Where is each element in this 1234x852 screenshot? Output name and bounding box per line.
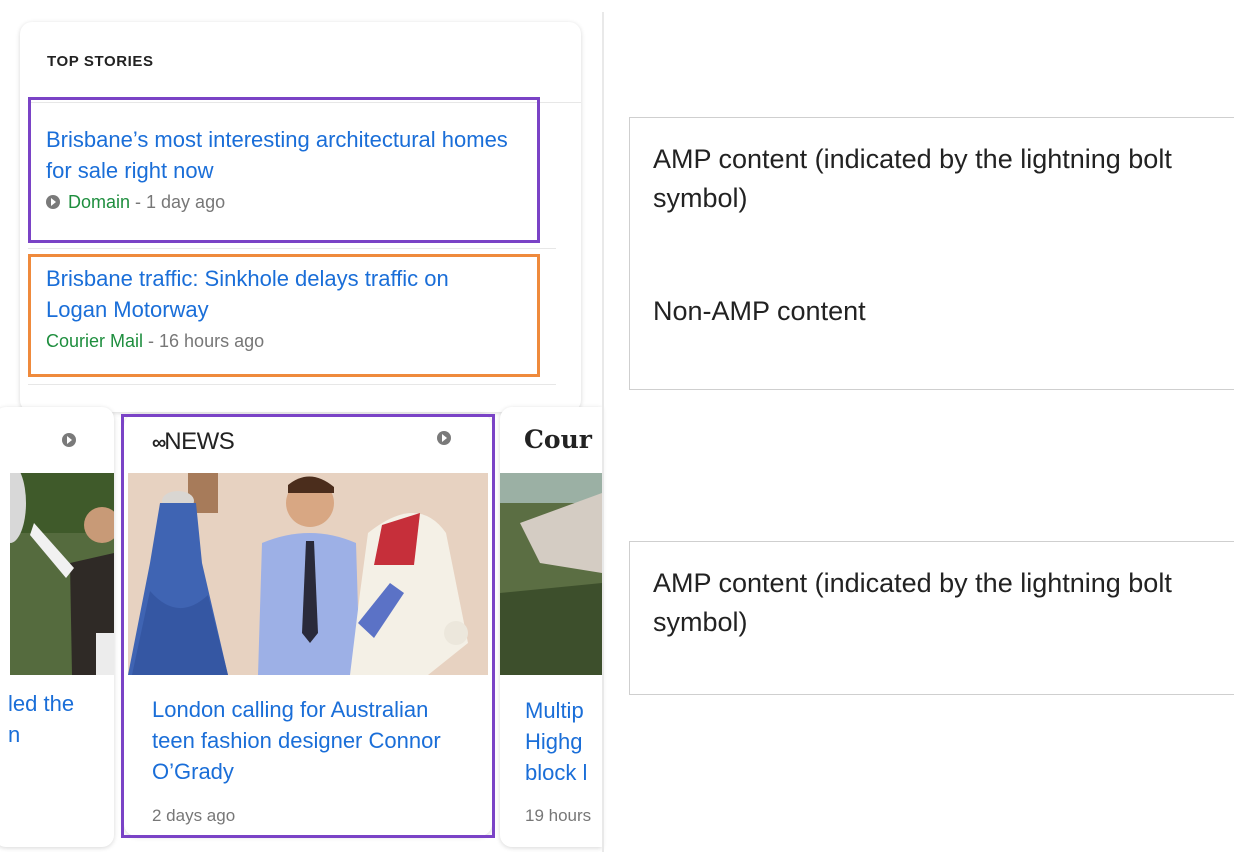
- story-time: - 1 day ago: [130, 192, 226, 212]
- story-title[interactable]: Brisbane traffic: Sinkhole delays traffi…: [46, 263, 516, 325]
- panel-divider: [602, 12, 604, 852]
- divider-line: [28, 384, 556, 385]
- courier-mail-logo: Cour: [524, 425, 592, 454]
- story-item[interactable]: Brisbane traffic: Sinkhole delays traffi…: [46, 263, 516, 352]
- story-image: [500, 473, 602, 675]
- story-title[interactable]: Brisbane’s most interesting architectura…: [46, 124, 516, 186]
- story-time: 19 hours: [525, 806, 592, 825]
- story-meta: Courier Mail - 16 hours ago: [46, 331, 516, 352]
- divider-line: [28, 248, 556, 249]
- story-time: - 16 hours ago: [143, 331, 265, 351]
- carousel-card[interactable]: led the n: [0, 407, 114, 847]
- non-amp-annotation: Non-AMP content: [653, 296, 866, 326]
- story-title-fragment[interactable]: Multip Highg block l: [525, 695, 587, 788]
- amp-annotation: AMP content (indicated by the lightning …: [653, 144, 1172, 213]
- top-stories-heading: TOP STORIES: [47, 53, 154, 70]
- story-image: [10, 473, 114, 675]
- story-title-fragment[interactable]: led the n: [8, 688, 74, 750]
- story-meta: Domain - 1 day ago: [46, 192, 516, 213]
- story-item[interactable]: Brisbane’s most interesting architectura…: [46, 124, 516, 213]
- story-source: Courier Mail: [46, 331, 144, 351]
- story-source: Domain: [68, 192, 131, 212]
- amp-highlight-box: [121, 414, 495, 838]
- carousel-card[interactable]: Cour Multip Highg block l 19 hours: [500, 407, 602, 847]
- amp-annotation: AMP content (indicated by the lightning …: [653, 568, 1172, 637]
- amp-lightning-icon: [62, 433, 76, 447]
- amp-lightning-icon: [46, 195, 60, 209]
